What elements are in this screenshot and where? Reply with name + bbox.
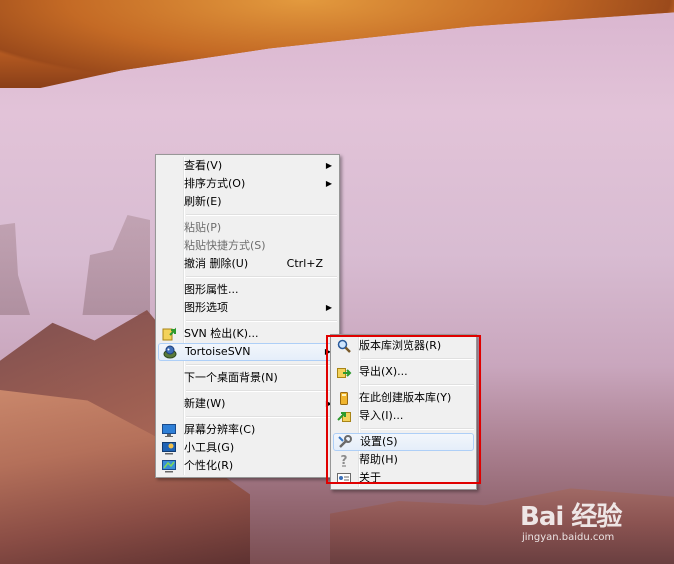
watermark-url: jingyan.baidu.com: [522, 532, 615, 543]
submenu-arrow-icon: ▶: [325, 161, 332, 170]
menu-item-gadgets[interactable]: 小工具(G): [156, 439, 339, 457]
menu-item-label: TortoiseSVN: [185, 345, 251, 358]
menu-item-screen-resolution[interactable]: 屏幕分辨率(C): [156, 421, 339, 439]
svn-checkout-icon: [162, 327, 176, 341]
menu-separator: [186, 364, 337, 366]
menu-item-label: 排序方式(O): [184, 177, 246, 190]
submenu-arrow-icon: ▶: [325, 179, 332, 188]
menu-item-personalize[interactable]: 个性化(R): [156, 457, 339, 475]
gadgets-icon: [162, 442, 176, 455]
menu-item-sort-by[interactable]: 排序方式(O) ▶: [156, 175, 339, 193]
menu-separator: [186, 320, 337, 322]
menu-item-label: 撤消 删除(U): [184, 257, 249, 270]
menu-separator: [186, 390, 337, 392]
menu-item-label: 个性化(R): [184, 459, 234, 472]
menu-item-tortoisesvn[interactable]: TortoiseSVN ▶: [158, 343, 337, 361]
menu-item-next-desktop-background[interactable]: 下一个桌面背景(N): [156, 369, 339, 387]
menu-item-new[interactable]: 新建(W) ▶: [156, 395, 339, 413]
menu-separator: [186, 416, 337, 418]
menu-item-label: 图形选项: [184, 301, 228, 314]
menu-separator: [186, 276, 337, 278]
menu-separator: [186, 214, 337, 216]
menu-item-graphics-options[interactable]: 图形选项 ▶: [156, 299, 339, 317]
personalize-icon: [162, 460, 176, 473]
wallpaper-arch: [0, 0, 674, 88]
submenu-arrow-icon: ▶: [325, 303, 332, 312]
menu-item-label: 新建(W): [184, 397, 226, 410]
menu-item-svn-checkout[interactable]: SVN 检出(K)...: [156, 325, 339, 343]
menu-item-shortcut: Ctrl+Z: [286, 257, 323, 270]
menu-item-label: SVN 检出(K)...: [184, 327, 259, 340]
tortoisesvn-icon: [163, 345, 177, 359]
wallpaper-mesa: [0, 215, 150, 315]
menu-item-view[interactable]: 查看(V) ▶: [156, 157, 339, 175]
screen-resolution-icon: [162, 424, 176, 437]
menu-item-label: 下一个桌面背景(N): [184, 371, 278, 384]
desktop-context-menu: 查看(V) ▶ 排序方式(O) ▶ 刷新(E) 粘贴(P) 粘贴快捷方式(S) …: [155, 154, 340, 478]
menu-item-paste[interactable]: 粘贴(P): [156, 219, 339, 237]
highlight-box: [326, 335, 481, 484]
menu-item-label: 小工具(G): [184, 441, 235, 454]
menu-item-label: 图形属性...: [184, 283, 239, 296]
menu-item-refresh[interactable]: 刷新(E): [156, 193, 339, 211]
menu-item-undo-delete[interactable]: 撤消 删除(U) Ctrl+Z: [156, 255, 339, 273]
watermark-logo-text: Bai 经验: [520, 502, 622, 532]
watermark-logo: Bai 经验: [520, 496, 622, 533]
menu-item-label: 查看(V): [184, 159, 223, 172]
menu-item-paste-shortcut[interactable]: 粘贴快捷方式(S): [156, 237, 339, 255]
menu-item-label: 刷新(E): [184, 195, 222, 208]
watermark: Bai 经验 jingyan.baidu.com: [520, 496, 670, 556]
menu-item-label: 粘贴快捷方式(S): [184, 239, 266, 252]
menu-item-label: 屏幕分辨率(C): [184, 423, 256, 436]
menu-item-label: 粘贴(P): [184, 221, 222, 234]
menu-item-graphics-properties[interactable]: 图形属性...: [156, 281, 339, 299]
